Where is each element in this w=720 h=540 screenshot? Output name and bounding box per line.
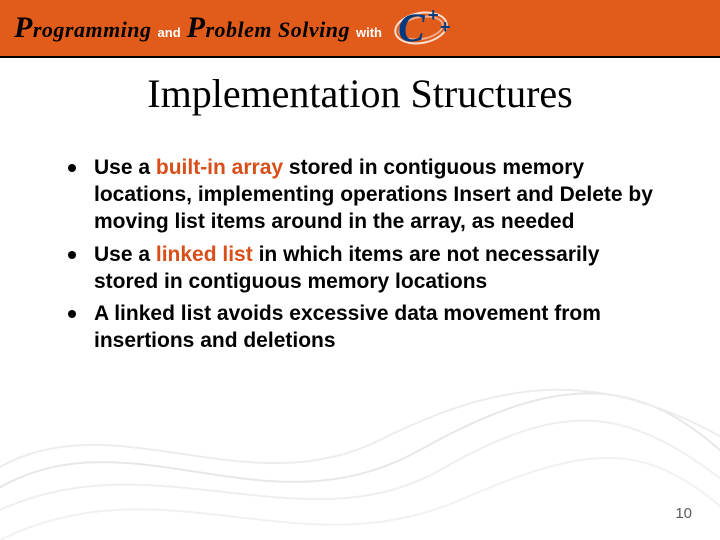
word-with: with [356, 25, 382, 40]
bullet-icon [68, 251, 76, 259]
word-and: and [158, 25, 181, 40]
highlight-text: linked list [156, 243, 253, 266]
slide: Programming and Problem Solving with C +… [0, 0, 720, 540]
book-banner: Programming and Problem Solving with C +… [0, 0, 720, 58]
bullet-list: Use a built-in array stored in contiguou… [0, 117, 720, 355]
bullet-icon [68, 310, 76, 318]
bullet-text: A linked list avoids excessive data move… [94, 301, 660, 355]
cpp-letter-c: C [398, 4, 425, 51]
bullet-text: Use a built-in array stored in contiguou… [94, 155, 660, 236]
brand-text: Programming and Problem Solving with [14, 11, 390, 45]
slide-title: Implementation Structures [0, 70, 720, 117]
list-item: Use a linked list in which items are not… [68, 242, 660, 296]
bullet-icon [68, 164, 76, 172]
bullet-text: Use a linked list in which items are not… [94, 242, 660, 296]
background-swirl [0, 340, 720, 540]
word-problem-solving: Problem Solving [187, 11, 350, 45]
list-item: A linked list avoids excessive data move… [68, 301, 660, 355]
page-number: 10 [675, 505, 692, 522]
highlight-text: built-in array [156, 156, 283, 179]
cpp-plus-2: + [440, 17, 451, 38]
cpp-logo: C + + [392, 8, 456, 48]
list-item: Use a built-in array stored in contiguou… [68, 155, 660, 236]
word-programming: Programming [14, 11, 152, 45]
cpp-plus-1: + [428, 5, 439, 26]
